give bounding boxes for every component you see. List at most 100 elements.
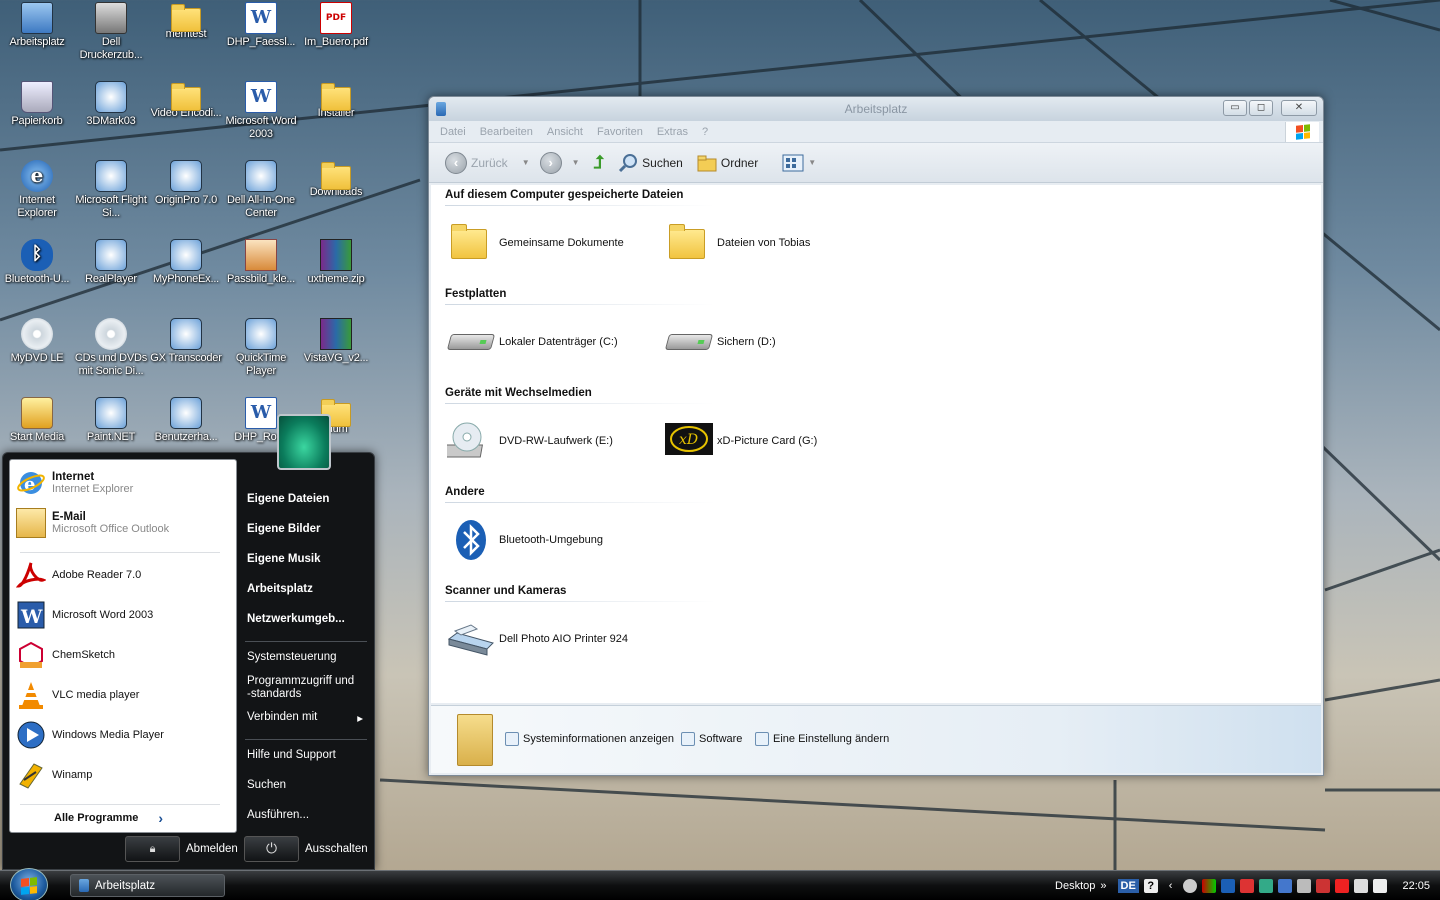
desktop-icon[interactable]: 3DMark03 bbox=[74, 81, 148, 128]
item-bluetooth[interactable]: Bluetooth-Umgebung bbox=[447, 518, 603, 562]
desktop-icon[interactable]: CDs und DVDs mit Sonic Di... bbox=[74, 318, 148, 378]
item-drive-c[interactable]: Lokaler Datenträger (C:) bbox=[446, 320, 618, 364]
user-picture[interactable] bbox=[277, 414, 331, 470]
display-icon[interactable] bbox=[1278, 879, 1293, 893]
lock-button[interactable]: 🔒︎ bbox=[125, 836, 180, 862]
desktop-icon[interactable]: OriginPro 7.0 bbox=[149, 160, 223, 207]
desktop-icon[interactable]: MyDVD LE bbox=[0, 318, 74, 365]
link-eigene-bilder[interactable]: Eigene Bilder bbox=[247, 523, 321, 535]
desktop-icon[interactable]: Start Media bbox=[0, 397, 74, 444]
wifi-icon[interactable] bbox=[1373, 879, 1388, 893]
toolbar-chevron-icon[interactable]: » bbox=[1100, 880, 1106, 892]
change-setting-link[interactable]: Eine Einstellung ändern bbox=[755, 732, 889, 746]
desktop-icon[interactable]: Passbild_kle... bbox=[224, 239, 298, 286]
meter-icon[interactable] bbox=[1202, 879, 1217, 893]
sysinfo-link[interactable]: Systeminformationen anzeigen bbox=[505, 732, 674, 746]
desktop-icon[interactable]: ᛒ Bluetooth-U... bbox=[0, 239, 74, 286]
all-programs-button[interactable]: Alle Programme › bbox=[54, 810, 163, 826]
explorer-window[interactable]: Arbeitsplatz ▭ ◻ ✕ Datei Bearbeiten Ansi… bbox=[428, 96, 1324, 776]
desktop-icon[interactable]: Arbeitsplatz bbox=[0, 2, 74, 49]
recent-chemsketch[interactable]: ChemSketch bbox=[16, 640, 115, 670]
pinned-internet[interactable]: e Internet Internet Explorer bbox=[16, 468, 133, 498]
menu-extras[interactable]: Extras bbox=[650, 126, 695, 138]
link-suchen[interactable]: Suchen bbox=[247, 779, 286, 791]
item-xd-card[interactable]: xD xD-Picture Card (G:) bbox=[665, 419, 817, 463]
recent-wmp[interactable]: Windows Media Player bbox=[16, 720, 164, 750]
desktop-icon[interactable]: Video Encodi... bbox=[149, 81, 223, 120]
desktop-icon[interactable]: Dell Druckerzub... bbox=[74, 2, 148, 62]
antivirus-icon[interactable] bbox=[1240, 879, 1255, 893]
item-dateien-von-tobias[interactable]: Dateien von Tobias bbox=[665, 221, 810, 265]
desktop-icon[interactable]: QuickTime Player bbox=[224, 318, 298, 378]
close-button[interactable]: ✕ bbox=[1281, 100, 1317, 116]
search-button[interactable]: Suchen bbox=[614, 153, 687, 173]
desktop-icon[interactable]: Downloads bbox=[299, 160, 373, 199]
desktop-icon[interactable]: PDF Im_Buero.pdf bbox=[299, 2, 373, 49]
menu-ansicht[interactable]: Ansicht bbox=[540, 126, 590, 138]
desktop-icon[interactable]: memtest bbox=[149, 2, 223, 41]
desktop-icon[interactable]: RealPlayer bbox=[74, 239, 148, 286]
desktop-icon[interactable]: Paint.NET bbox=[74, 397, 148, 444]
link-verbinden[interactable]: Verbinden mit ▸ bbox=[247, 711, 363, 725]
shutdown-button[interactable]: ⏻ bbox=[244, 836, 299, 862]
link-eigene-dateien[interactable]: Eigene Dateien bbox=[247, 493, 329, 505]
recent-word[interactable]: W Microsoft Word 2003 bbox=[16, 600, 153, 630]
maximize-button[interactable]: ◻ bbox=[1249, 100, 1273, 116]
menu-help[interactable]: ? bbox=[695, 126, 715, 138]
desktop-icon[interactable]: e Internet Explorer bbox=[0, 160, 74, 220]
desktop-icon[interactable]: MyPhoneEx... bbox=[149, 239, 223, 286]
link-arbeitsplatz[interactable]: Arbeitsplatz bbox=[247, 583, 313, 595]
help-icon[interactable]: ? bbox=[1143, 879, 1158, 893]
desktop-icon[interactable]: uxtheme.zip bbox=[299, 239, 373, 286]
link-systemsteuerung[interactable]: Systemsteuerung bbox=[247, 651, 337, 663]
desktop-icon[interactable]: Dell All-In-One Center bbox=[224, 160, 298, 220]
recent-adobe-reader[interactable]: Adobe Reader 7.0 bbox=[15, 560, 141, 590]
desktop-icon[interactable]: GX Transcoder bbox=[149, 318, 223, 365]
item-dvd-drive[interactable]: DVD-RW-Laufwerk (E:) bbox=[443, 419, 613, 463]
desktop-icon[interactable]: Papierkorb bbox=[0, 81, 74, 128]
desktop-toolbar-label[interactable]: Desktop bbox=[1055, 880, 1095, 892]
taskbar-item-arbeitsplatz[interactable]: Arbeitsplatz bbox=[70, 874, 225, 897]
adobe-tray-icon[interactable] bbox=[1335, 879, 1350, 893]
volume-icon[interactable] bbox=[1354, 879, 1369, 893]
shutdown-label[interactable]: Ausschalten bbox=[305, 843, 368, 855]
item-scanner[interactable]: Dell Photo AIO Printer 924 bbox=[447, 617, 628, 661]
views-button[interactable]: ▼ bbox=[778, 154, 820, 172]
back-button[interactable]: ‹ Zurück bbox=[441, 151, 512, 174]
link-hilfe[interactable]: Hilfe und Support bbox=[247, 749, 336, 761]
printer-icon[interactable] bbox=[1297, 879, 1312, 893]
title-bar[interactable]: Arbeitsplatz ▭ ◻ ✕ bbox=[429, 97, 1323, 121]
link-netzwerk[interactable]: Netzwerkumgeb... bbox=[247, 613, 345, 625]
desktop-icon[interactable]: Microsoft Flight Si... bbox=[74, 160, 148, 220]
security-icon[interactable] bbox=[1259, 879, 1274, 893]
link-ausfuehren[interactable]: Ausführen... bbox=[247, 809, 309, 821]
clock[interactable]: 22:05 bbox=[1402, 880, 1430, 892]
menu-favoriten[interactable]: Favoriten bbox=[590, 126, 650, 138]
desktop-icon[interactable]: VistaVG_v2... bbox=[299, 318, 373, 365]
folders-button[interactable]: Ordner bbox=[693, 154, 762, 172]
minimize-button[interactable]: ▭ bbox=[1223, 100, 1247, 116]
item-gemeinsame-dokumente[interactable]: Gemeinsame Dokumente bbox=[447, 221, 624, 265]
network-icon[interactable] bbox=[1183, 879, 1198, 893]
recent-winamp[interactable]: Winamp bbox=[16, 760, 92, 790]
desktop-icon[interactable]: W DHP_Faessl... bbox=[224, 2, 298, 49]
logoff-label[interactable]: Abmelden bbox=[186, 843, 238, 855]
software-link[interactable]: Software bbox=[681, 732, 742, 746]
menu-datei[interactable]: Datei bbox=[433, 126, 473, 138]
sync-icon[interactable] bbox=[1316, 879, 1331, 893]
item-drive-d[interactable]: Sichern (D:) bbox=[664, 320, 776, 364]
bluetooth-tray-icon[interactable] bbox=[1221, 879, 1236, 893]
desktop-icon[interactable]: Benutzerha... bbox=[149, 397, 223, 444]
pinned-email[interactable]: E-Mail Microsoft Office Outlook bbox=[16, 508, 169, 538]
link-programmzugriff[interactable]: Programmzugriff und -standards bbox=[247, 675, 357, 701]
tray-expand-icon[interactable]: ‹ bbox=[1169, 880, 1173, 892]
forward-button[interactable]: › bbox=[539, 151, 562, 174]
language-indicator[interactable]: DE bbox=[1117, 879, 1139, 893]
desktop-icon[interactable]: W Microsoft Word 2003 bbox=[224, 81, 298, 141]
link-eigene-musik[interactable]: Eigene Musik bbox=[247, 553, 321, 565]
back-dropdown-icon[interactable]: ▼ bbox=[522, 158, 530, 167]
up-button[interactable]: ⮥ bbox=[590, 152, 609, 173]
forward-dropdown-icon[interactable]: ▼ bbox=[572, 158, 580, 167]
start-button[interactable] bbox=[10, 868, 48, 900]
recent-vlc[interactable]: VLC media player bbox=[16, 680, 139, 710]
